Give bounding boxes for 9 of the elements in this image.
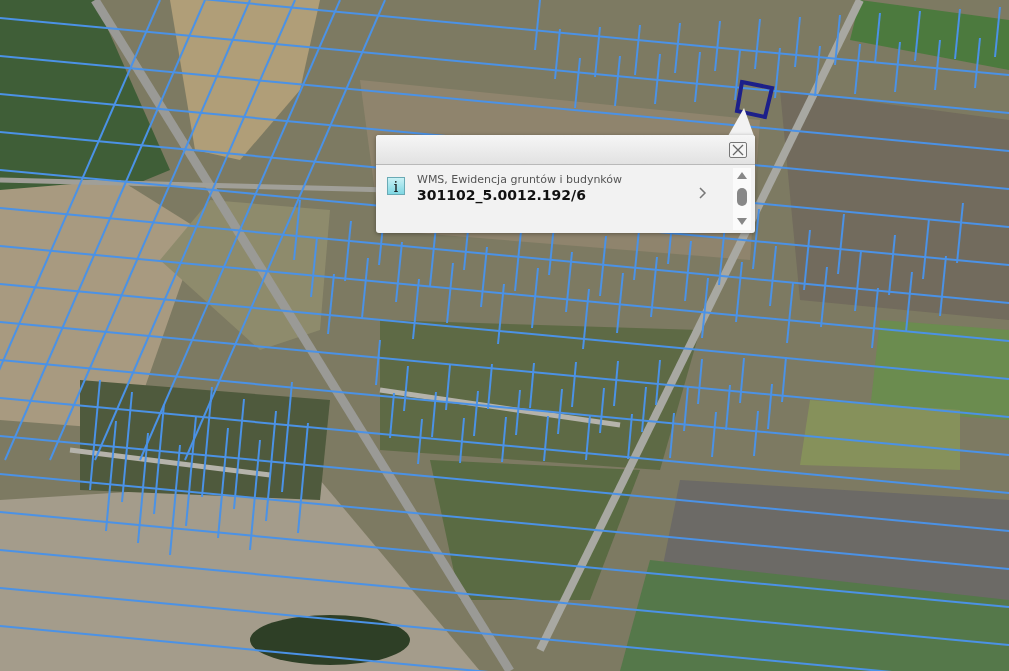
close-icon xyxy=(732,143,744,156)
chevron-right-icon[interactable] xyxy=(699,187,707,199)
info-icon: i xyxy=(387,177,405,195)
popup-pointer xyxy=(728,108,754,136)
layer-name: WMS, Ewidencja gruntów i budynków xyxy=(417,173,624,187)
parcel-id: 301102_5.0012.192/6 xyxy=(417,187,587,203)
scrollbar[interactable] xyxy=(733,168,751,230)
aerial-map-drawing[interactable] xyxy=(0,0,1009,671)
close-button[interactable] xyxy=(729,141,747,158)
